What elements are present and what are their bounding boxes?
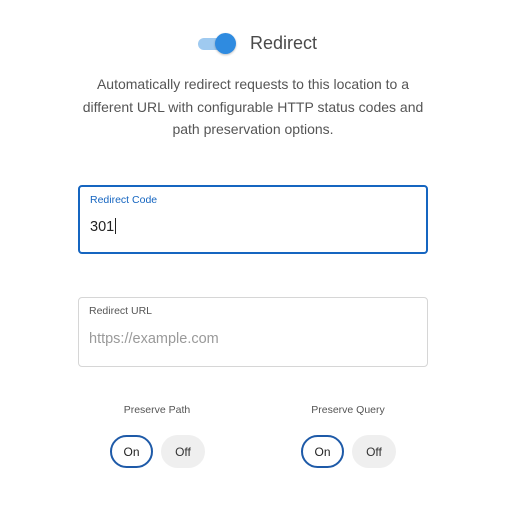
redirect-toggle[interactable] bbox=[197, 33, 236, 54]
section-title: Redirect bbox=[249, 32, 318, 53]
redirect-code-label: Redirect Code bbox=[90, 194, 158, 206]
preserve-query-label: Preserve Query bbox=[311, 404, 385, 416]
preserve-path-off-button[interactable]: Off bbox=[161, 435, 205, 468]
toggle-knob bbox=[214, 33, 236, 54]
redirect-code-field[interactable]: Redirect Code 301 bbox=[78, 185, 428, 254]
preserve-path-label: Preserve Path bbox=[123, 404, 191, 416]
redirect-url-field[interactable]: Redirect URL https://example.com bbox=[78, 297, 428, 367]
preserve-query-off-button[interactable]: Off bbox=[352, 435, 396, 468]
preserve-path-on-button[interactable]: On bbox=[110, 435, 153, 468]
redirect-url-label: Redirect URL bbox=[89, 305, 153, 317]
preserve-query-on-button[interactable]: On bbox=[301, 435, 344, 468]
redirect-code-input[interactable]: 301 bbox=[90, 218, 117, 235]
redirect-url-input[interactable]: https://example.com bbox=[89, 331, 219, 347]
section-description: Automatically redirect requests to this … bbox=[82, 76, 424, 137]
redirect-code-value: 301 bbox=[90, 219, 115, 235]
text-caret bbox=[115, 218, 117, 234]
redirect-header: Redirect bbox=[0, 29, 515, 57]
